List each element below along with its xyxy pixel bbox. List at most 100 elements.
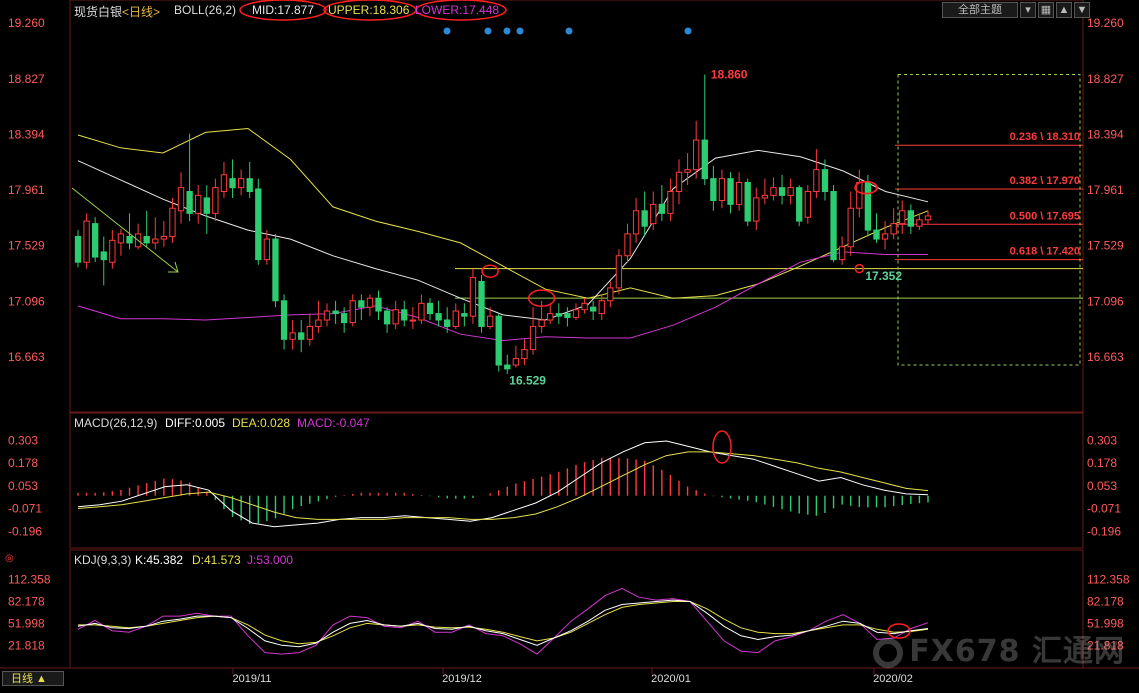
signal-dot xyxy=(443,27,451,35)
candle-down xyxy=(495,315,502,366)
candle-down xyxy=(229,178,236,189)
candle-up xyxy=(607,287,614,302)
candle-down xyxy=(143,235,150,244)
candle-down xyxy=(864,182,872,231)
candle-down xyxy=(710,178,717,202)
candle-up xyxy=(306,325,313,340)
candle-down xyxy=(426,302,434,315)
price-y-tick-left: 18.394 xyxy=(8,127,45,141)
watermark-logo: FX678 汇通网 xyxy=(873,626,1125,670)
signal-dot xyxy=(484,27,492,35)
candle-up xyxy=(418,302,425,321)
kdj-k-value: K:45.382 xyxy=(135,553,184,567)
fib-level-label: 0.236 \ 18.310 xyxy=(1010,131,1080,143)
highlight-ellipse xyxy=(481,264,499,278)
candle-down xyxy=(907,210,914,227)
price-frame xyxy=(69,0,1084,413)
x-tick-label: 2019/11 xyxy=(233,673,272,685)
chart-canvas: 0.236 \ 18.310 0.382 \ 17.970 0.500 \ 17.6… xyxy=(0,0,1139,685)
candle-down xyxy=(504,364,511,370)
macd-y-tick-right: 0.178 xyxy=(1087,456,1117,470)
kdj-y-tick-left: 21.818 xyxy=(8,638,45,652)
candle-up xyxy=(632,210,640,235)
candle-up xyxy=(469,277,477,317)
axis-labels: 19.260 19.260 18.827 18.827 18.394 18.394 17.9… xyxy=(8,0,1130,685)
candle-up xyxy=(650,203,657,225)
candle-down xyxy=(341,313,348,324)
arrow-down-icon[interactable]: ▼ xyxy=(1074,2,1090,18)
candle-up xyxy=(409,319,417,322)
candle-up xyxy=(718,178,726,202)
candle-down xyxy=(375,297,382,312)
kdj-y-tick-left: 51.998 xyxy=(8,616,45,630)
arrow-up-icon[interactable]: ▲ xyxy=(1056,2,1072,18)
price-y-tick-right: 19.260 xyxy=(1087,16,1124,30)
candle-up xyxy=(349,300,356,324)
candle-down xyxy=(796,187,803,222)
candle-down xyxy=(332,310,339,315)
kdj-j-line xyxy=(77,587,929,655)
fx678-logo-icon xyxy=(873,637,904,668)
candle-up xyxy=(392,309,399,325)
candle-up xyxy=(237,178,245,189)
candle-down xyxy=(203,197,210,214)
kdj-d-line xyxy=(78,601,929,645)
kdj-y-tick-left: 82.178 xyxy=(8,594,45,608)
panel-marker-icon: ◎ xyxy=(5,553,14,564)
price-y-tick-left: 17.529 xyxy=(8,239,45,253)
period-selector-button[interactable]: 日线 ▲ xyxy=(2,671,64,686)
fib-level-label: 0.500 \ 17.695 xyxy=(1010,210,1080,222)
candle-up xyxy=(899,210,906,225)
macd-dea-value: DEA:0.028 xyxy=(232,416,291,430)
candle-up xyxy=(838,246,846,261)
candle-up xyxy=(195,194,202,214)
candle-down xyxy=(641,210,648,227)
macd-y-tick-right: -0.071 xyxy=(1087,502,1121,516)
candle-up xyxy=(787,187,794,196)
macd-diff-line xyxy=(77,440,929,528)
price-y-tick-left: 16.663 xyxy=(8,350,45,364)
candle-down xyxy=(92,223,99,258)
candle-down xyxy=(821,169,829,193)
kdj-d-value: D:41.573 xyxy=(192,553,241,567)
candle-up xyxy=(916,219,923,227)
candle-down xyxy=(255,188,262,261)
grid-icon[interactable]: ▦ xyxy=(1038,2,1054,18)
macd-y-tick-right: 0.303 xyxy=(1087,433,1117,447)
macd-dea-line xyxy=(77,451,929,520)
macd-y-tick-right: -0.196 xyxy=(1087,524,1121,538)
candle-up xyxy=(881,233,889,240)
candle-up xyxy=(117,233,125,244)
candle-down xyxy=(658,203,665,214)
watermark-text: FX678 汇通网 xyxy=(909,634,1125,669)
macd-y-tick-left: 0.178 xyxy=(8,456,38,470)
minimize-icon[interactable]: ▾ xyxy=(1020,2,1036,18)
kdj-j-value: J:53.000 xyxy=(247,553,294,567)
symbol-title: 现货白银 xyxy=(74,5,123,19)
boll-name: BOLL(26,2) xyxy=(174,3,237,17)
price-y-tick-right: 17.096 xyxy=(1087,294,1124,308)
signal-dot xyxy=(503,27,511,35)
candle-up xyxy=(521,349,528,360)
candle-down xyxy=(727,178,734,205)
candle-down xyxy=(701,139,708,180)
candle-up xyxy=(366,297,374,308)
theme-dropdown-button[interactable]: 全部主题 xyxy=(942,2,1018,18)
price-y-tick-right: 17.961 xyxy=(1087,183,1124,197)
period-selector-label: 日线 xyxy=(11,673,33,685)
boll-lower-value: LOWER:17.448 xyxy=(415,3,500,17)
candle-up xyxy=(624,233,631,257)
signal-dot xyxy=(684,27,692,35)
price-y-tick-right: 17.529 xyxy=(1087,239,1124,253)
high-price-label: 18.860 xyxy=(711,68,748,82)
macd-y-tick-left: -0.196 xyxy=(8,524,42,538)
macd-y-tick-right: 0.053 xyxy=(1087,479,1117,493)
price-y-tick-right: 16.663 xyxy=(1087,350,1124,364)
candle-up xyxy=(770,187,777,196)
macd-name: MACD(26,12,9) xyxy=(74,416,158,430)
kdj-y-tick-right: 112.358 xyxy=(1087,572,1130,586)
candle-up xyxy=(598,300,605,315)
candle-up xyxy=(735,182,743,205)
price-y-tick-left: 17.096 xyxy=(8,294,45,308)
candle-up xyxy=(160,235,168,240)
